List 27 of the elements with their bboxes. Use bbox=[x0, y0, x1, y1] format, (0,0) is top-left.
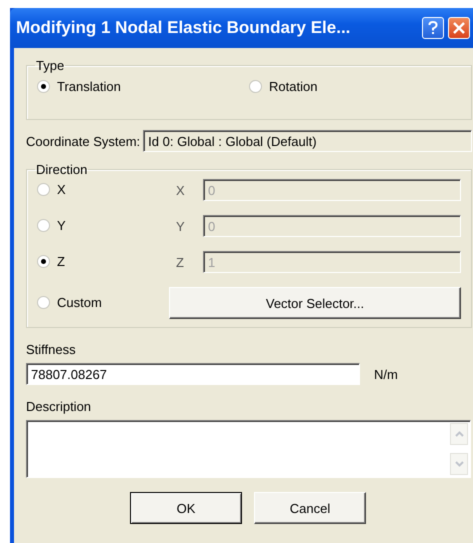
field-label: Description bbox=[26, 399, 92, 414]
chevron-up-icon bbox=[454, 431, 464, 437]
radio-option[interactable]: Translation bbox=[37, 77, 249, 95]
component-label: X bbox=[175, 182, 186, 198]
coordinate-system-field[interactable]: Id 0: Global : Global (Default) bbox=[143, 130, 472, 152]
question-mark-icon bbox=[428, 21, 438, 35]
radio-option[interactable]: Y bbox=[37, 216, 66, 235]
close-icon bbox=[453, 22, 465, 34]
dialog-button[interactable]: OK bbox=[130, 492, 242, 524]
field-label: Stiffness bbox=[26, 342, 77, 357]
radio-option[interactable]: Z bbox=[37, 252, 65, 271]
radio-option[interactable]: Custom bbox=[37, 294, 102, 312]
window-title: Modifying 1 Nodal Elastic Boundary Ele... bbox=[16, 18, 352, 38]
field-label: Coordinate System: bbox=[26, 134, 140, 148]
unit-label: N/m bbox=[374, 366, 398, 382]
component-label: Y bbox=[175, 218, 186, 234]
stiffness-field[interactable]: 78807.08267 bbox=[26, 363, 360, 385]
radio-option[interactable]: Rotation bbox=[249, 77, 461, 95]
group-label: Direction bbox=[35, 162, 88, 177]
vector-selector-button[interactable]: Vector Selector... bbox=[169, 287, 461, 319]
group-label: Type bbox=[35, 58, 66, 73]
chevron-down-icon bbox=[454, 461, 464, 467]
help-button[interactable] bbox=[422, 17, 444, 39]
dialog-button[interactable]: Cancel bbox=[254, 492, 366, 524]
component-label: Z bbox=[175, 254, 185, 270]
radio-option[interactable]: X bbox=[37, 180, 66, 199]
close-button[interactable] bbox=[448, 17, 470, 39]
